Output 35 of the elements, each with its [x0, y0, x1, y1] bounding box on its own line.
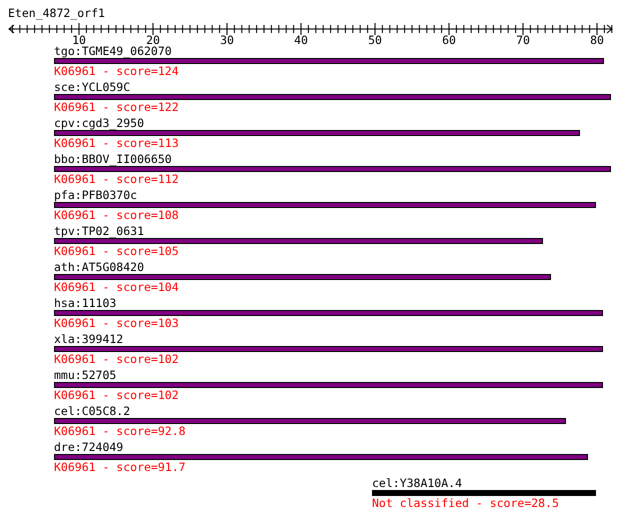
- gene-name: tgo:TGME49_062070: [54, 45, 172, 57]
- gene-name: hsa:11103: [54, 297, 116, 309]
- ruler-label: 40: [294, 34, 308, 46]
- gene-name: cel:Y38A10A.4: [372, 477, 462, 489]
- score-label: K06961 - score=124: [54, 65, 179, 77]
- gene-name: dre:724049: [54, 441, 124, 453]
- score-label: K06961 - score=108: [54, 209, 179, 221]
- score-label: K06961 - score=103: [54, 317, 179, 329]
- ruler-label: 70: [516, 34, 530, 46]
- ruler-label: 60: [442, 34, 456, 46]
- gene-name: mmu:52705: [54, 369, 116, 381]
- score-label: K06961 - score=92.8: [54, 425, 186, 437]
- score-label: K06961 - score=102: [54, 389, 179, 401]
- score-label: K06961 - score=122: [54, 101, 179, 113]
- gene-name: tpv:TP02_0631: [54, 225, 144, 237]
- score-label: K06961 - score=91.7: [54, 461, 186, 473]
- gene-name: pfa:PFB0370c: [54, 189, 138, 201]
- gene-name: bbo:BBOV_II006650: [54, 153, 172, 165]
- score-label: K06961 - score=113: [54, 137, 179, 149]
- score-label: Not classified - score=28.5: [372, 497, 559, 509]
- ruler-label: 10: [72, 34, 86, 46]
- gene-name: xla:399412: [54, 333, 124, 345]
- score-label: K06961 - score=112: [54, 173, 179, 185]
- score-label: K06961 - score=104: [54, 281, 179, 293]
- ruler-label: 30: [220, 34, 234, 46]
- gene-name: cpv:cgd3_2950: [54, 117, 144, 129]
- score-label: K06961 - score=105: [54, 245, 179, 257]
- gene-name: sce:YCL059C: [54, 81, 130, 93]
- gene-name: cel:C05C8.2: [54, 405, 130, 417]
- sequence-title: Eten_4872_orf1: [8, 7, 105, 19]
- score-label: K06961 - score=102: [54, 353, 179, 365]
- ruler-label: 50: [368, 34, 382, 46]
- ruler-label: 20: [146, 34, 160, 46]
- gene-name: ath:AT5G08420: [54, 261, 144, 273]
- ruler-label: 80: [590, 34, 604, 46]
